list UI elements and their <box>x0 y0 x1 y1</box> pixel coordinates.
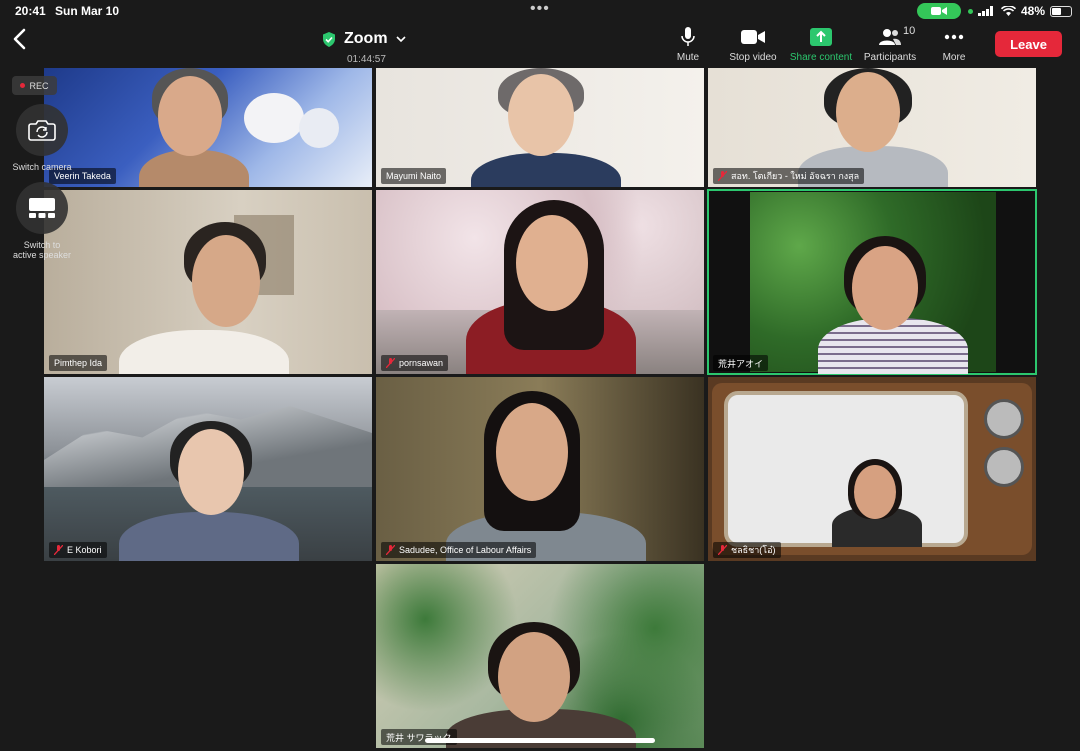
participant-name-tag: 荒井アオイ <box>713 355 769 371</box>
recording-label: REC <box>29 80 49 91</box>
privacy-dot-icon <box>968 8 973 14</box>
participant-name-tag: สอท. โตเกียว - ใหม่ อัจฉรา กงสุล <box>713 168 865 184</box>
switch-active-speaker-label-line2: active speaker <box>12 250 72 260</box>
home-indicator[interactable] <box>425 738 655 743</box>
mic-muted-icon <box>718 171 727 181</box>
video-tile[interactable]: Mayumi Naito <box>376 68 704 187</box>
rabbit-illustration <box>299 108 339 148</box>
participants-count: 10 <box>903 25 916 37</box>
meeting-title: Zoom <box>344 30 388 47</box>
share-content-button[interactable]: Share content <box>784 26 858 63</box>
mic-muted-icon <box>54 545 63 555</box>
video-camera-icon <box>741 30 765 44</box>
mic-muted-icon <box>718 545 727 555</box>
meeting-title-dropdown[interactable]: Zoom <box>322 30 406 48</box>
participant-face <box>852 246 918 330</box>
share-screen-icon <box>810 28 832 46</box>
participant-name: Mayumi Naito <box>386 171 442 181</box>
switch-camera-icon <box>28 120 56 141</box>
participant-name: pornsawan <box>399 358 444 368</box>
participant-face <box>516 215 588 311</box>
participant-face <box>178 429 244 515</box>
participant-name-tag: Pimthep Ida <box>49 355 108 371</box>
video-tile[interactable]: pornsawan <box>376 190 704 374</box>
switch-active-speaker-label: Switch to active speaker <box>6 240 78 260</box>
cellular-signal-icon <box>978 6 993 16</box>
participant-face <box>192 235 260 327</box>
participants-button[interactable]: Participants <box>853 26 927 63</box>
tv-knob-icon <box>984 399 1024 439</box>
share-content-label: Share content <box>789 52 853 63</box>
switch-camera-button[interactable] <box>16 104 68 156</box>
participants-label: Participants <box>863 52 917 63</box>
mute-button[interactable]: Mute <box>651 26 725 63</box>
more-dots-icon <box>944 34 964 40</box>
video-tile[interactable]: 荒井 サワラック <box>376 564 704 748</box>
battery-icon <box>1050 5 1073 17</box>
participant-body <box>471 153 621 187</box>
more-button[interactable]: More <box>917 26 991 63</box>
participant-name: 荒井アオイ <box>718 358 764 369</box>
participant-name-tag: ชลธิชา(โอ๋) <box>713 542 781 558</box>
video-camera-icon <box>931 7 947 15</box>
recording-badge: REC <box>12 76 57 95</box>
participant-name: E Kobori <box>67 545 102 555</box>
shield-check-icon <box>323 31 335 47</box>
mute-label: Mute <box>676 52 700 63</box>
video-tile[interactable]: สอท. โตเกียว - ใหม่ อัจฉรา กงสุล <box>708 68 1036 187</box>
switch-active-speaker-button[interactable] <box>16 182 68 234</box>
meeting-duration: 01:44:57 <box>347 54 386 65</box>
participant-name: Sadudee, Office of Labour Affairs <box>399 545 532 555</box>
video-tile[interactable]: ชลธิชา(โอ๋) <box>708 377 1036 561</box>
participant-face <box>498 632 570 722</box>
video-tile[interactable]: E Kobori <box>44 377 372 561</box>
mic-muted-icon <box>386 545 395 555</box>
video-tile[interactable]: Veerin Takeda <box>44 68 372 187</box>
stop-video-button[interactable]: Stop video <box>716 26 790 63</box>
leave-button[interactable]: Leave <box>995 31 1062 57</box>
tv-knob-icon <box>984 447 1024 487</box>
chevron-left-icon <box>13 28 26 50</box>
status-time: 20:41 <box>15 4 46 18</box>
mic-muted-icon <box>386 358 395 368</box>
microphone-icon <box>681 27 695 46</box>
stop-video-label: Stop video <box>729 52 777 63</box>
rabbit-illustration <box>244 93 304 143</box>
participant-name: ชลธิชา(โอ๋) <box>731 545 776 555</box>
participant-body <box>119 330 289 374</box>
participant-name: Pimthep Ida <box>54 358 103 368</box>
participants-icon <box>879 29 901 45</box>
switch-active-speaker-label-line1: Switch to <box>23 240 61 250</box>
battery-percent: 48% <box>1021 4 1046 18</box>
participant-face <box>158 76 222 156</box>
participant-name: Veerin Takeda <box>54 171 111 181</box>
switch-camera-label: Switch camera <box>12 162 72 172</box>
participant-name-tag: Mayumi Naito <box>381 168 447 184</box>
wifi-icon <box>1001 5 1016 16</box>
video-tile[interactable]: Sadudee, Office of Labour Affairs <box>376 377 704 561</box>
participant-body <box>119 512 299 561</box>
participant-name-tag: Sadudee, Office of Labour Affairs <box>381 542 537 558</box>
participant-face <box>836 72 900 152</box>
participant-name-tag: pornsawan <box>381 355 449 371</box>
chevron-down-icon <box>395 35 406 42</box>
participant-name: สอท. โตเกียว - ใหม่ อัจฉรา กงสุล <box>731 171 860 181</box>
participant-face <box>496 403 568 501</box>
video-tile[interactable]: Pimthep Ida <box>44 190 372 374</box>
participant-face <box>508 74 574 156</box>
participant-face <box>854 465 896 519</box>
status-date: Sun Mar 10 <box>55 4 120 18</box>
back-button[interactable] <box>12 28 34 52</box>
multitasking-dots-icon[interactable]: ••• <box>530 0 550 18</box>
more-label: More <box>942 52 966 63</box>
status-bar: 20:41 Sun Mar 10 ••• 48% <box>0 0 1080 22</box>
speaker-view-icon <box>29 198 55 218</box>
recording-dot-icon <box>20 83 26 88</box>
camera-in-use-indicator <box>917 3 961 19</box>
participant-name-tag: E Kobori <box>49 542 107 558</box>
video-tile-active-speaker[interactable]: 荒井アオイ <box>707 189 1037 375</box>
